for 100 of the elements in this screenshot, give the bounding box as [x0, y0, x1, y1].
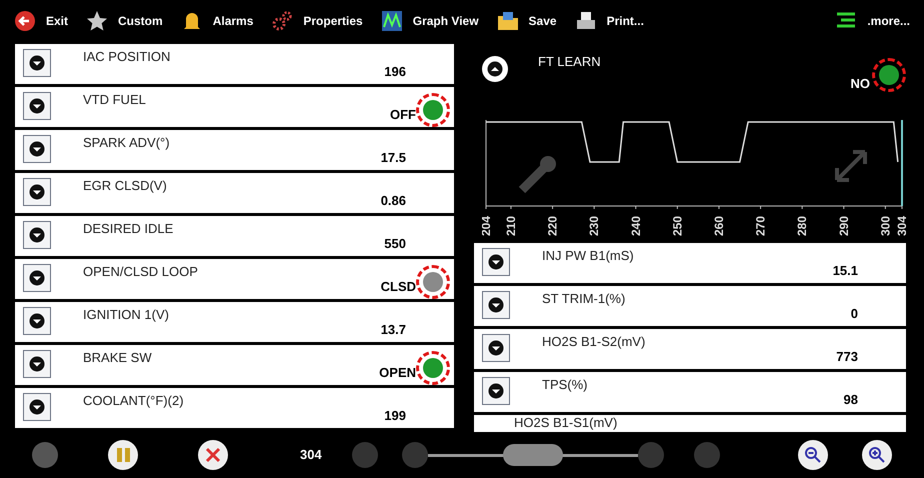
expand-button[interactable] [482, 248, 510, 276]
pause-button[interactable] [108, 440, 138, 470]
expand-arrows-icon [835, 150, 867, 182]
expand-button[interactable] [482, 334, 510, 362]
parameter-row[interactable]: EGR CLSD(V) 0.86 [15, 173, 454, 213]
chevron-icon [29, 399, 45, 415]
toolbar-button[interactable]: Custom [86, 10, 163, 32]
chevron-icon [488, 297, 504, 313]
parameter-row[interactable]: TPS(%) 98 [474, 372, 906, 412]
parameter-value: 0 [850, 306, 858, 321]
parameter-name: IGNITION 1(V) [83, 307, 170, 322]
parameter-row[interactable]: SPARK ADV(°) 17.5 [15, 130, 454, 170]
folder-icon [496, 10, 519, 32]
parameter-name: EGR CLSD(V) [83, 178, 168, 193]
zoom-in-button[interactable] [862, 440, 892, 470]
parameter-value: 17.5 [380, 150, 406, 165]
slider-handle[interactable] [502, 444, 563, 466]
chevron-icon [29, 55, 45, 71]
toolbar-button[interactable]: Exit [14, 10, 68, 32]
expand-button[interactable] [23, 178, 51, 206]
wrench-icon [518, 156, 556, 194]
parameter-value: 15.1 [832, 263, 858, 278]
toolbar-button[interactable]: Print... [574, 10, 644, 32]
parameter-row[interactable]: IGNITION 1(V) 13.7 [15, 302, 454, 342]
parameter-value: NO [850, 75, 870, 93]
parameter-name: HO2S B1-S2(mV) [542, 334, 646, 349]
chevron-icon [488, 383, 504, 399]
expand-button[interactable] [23, 350, 51, 378]
parameter-name: IAC POSITION [83, 49, 172, 64]
toolbar-button[interactable]: .more... [835, 10, 910, 32]
parameter-name: ST TRIM-1(%) [542, 291, 626, 306]
expand-button[interactable] [482, 291, 510, 319]
gears-icon [271, 10, 294, 32]
parameter-value: 199 [384, 408, 406, 423]
expand-button[interactable] [482, 377, 510, 405]
parameter-value: 773 [836, 349, 858, 364]
parameter-name: OPEN/CLSD LOOP [83, 264, 199, 279]
parameter-row[interactable]: DESIRED IDLE 550 [15, 216, 454, 256]
expand-button[interactable] [23, 221, 51, 249]
parameter-row[interactable]: COOLANT(°F)(2) 199 [15, 388, 454, 428]
parameter-name: VTD FUEL [83, 92, 147, 107]
parameter-name: TPS(%) [542, 377, 588, 392]
parameter-row[interactable]: BRAKE SW OPEN [15, 345, 454, 385]
parameter-value: 98 [844, 392, 858, 407]
axis-tick-label: 270 [754, 216, 768, 236]
expand-button[interactable] [23, 49, 51, 77]
parameter-value: CLSD [380, 279, 416, 294]
parameter-name: FT LEARN [538, 53, 601, 71]
parameter-row[interactable]: VTD FUEL OFF [15, 87, 454, 127]
parameter-row[interactable]: OPEN/CLSD LOOP CLSD [15, 259, 454, 299]
close-button[interactable] [198, 440, 228, 470]
axis-tick-label: 290 [836, 216, 851, 236]
parameter-value: 550 [384, 236, 406, 251]
chevron-icon [29, 356, 45, 372]
parameter-name: INJ PW B1(mS) [542, 248, 635, 263]
axis-tick-label: 230 [587, 216, 602, 236]
collapse-button[interactable] [482, 56, 508, 82]
chevron-icon [29, 270, 45, 286]
printer-icon [574, 10, 597, 32]
toolbar-button[interactable]: Alarms [180, 10, 254, 32]
axis-tick-label: 220 [546, 216, 560, 236]
expand-button[interactable] [23, 264, 51, 292]
zoom-out-icon [804, 446, 822, 464]
expand-button[interactable] [23, 92, 51, 120]
axis-tick-label: 300 [878, 216, 892, 236]
star-icon [86, 10, 108, 32]
parameter-row[interactable]: IAC POSITION 196 [15, 44, 454, 84]
axis-tick-label: 210 [504, 216, 518, 236]
parameter-name: BRAKE SW [83, 350, 153, 365]
parameter-name: SPARK ADV(°) [83, 135, 171, 150]
toolbar-button[interactable]: Save [496, 10, 557, 32]
axis-tick-label: 260 [712, 216, 726, 236]
parameter-row[interactable]: INJ PW B1(mS) 15.1 [474, 243, 906, 283]
toolbar-button[interactable]: Properties [271, 10, 363, 32]
chevron-icon [29, 313, 45, 329]
expand-button[interactable] [23, 135, 51, 163]
axis-tick-label: 240 [628, 216, 643, 236]
parameter-value: OPEN [379, 365, 416, 380]
toolbar-button[interactable]: Graph View [380, 10, 479, 32]
parameter-row[interactable]: ST TRIM-1(%) 0 [474, 286, 906, 326]
chevron-icon [29, 227, 45, 243]
parameter-name: HO2S B1-S1(mV) [514, 415, 618, 430]
graph-icon [380, 10, 403, 32]
axis-tick-label: 280 [795, 216, 810, 236]
parameter-name: DESIRED IDLE [83, 221, 174, 236]
parameter-value: OFF [390, 107, 416, 122]
chevron-icon [29, 141, 45, 157]
parameter-value: 13.7 [380, 322, 406, 337]
chevron-icon [487, 61, 503, 77]
zoom-in-icon [868, 446, 886, 464]
parameter-name: COOLANT(°F)(2) [83, 393, 185, 408]
frame-number: 304 [300, 446, 322, 464]
expand-button[interactable] [23, 307, 51, 335]
axis-tick-label: 250 [670, 216, 684, 236]
chevron-icon [29, 98, 45, 114]
expand-button[interactable] [23, 393, 51, 421]
zoom-out-button[interactable] [798, 440, 828, 470]
parameter-row[interactable]: HO2S B1-S2(mV) 773 [474, 329, 906, 369]
chevron-icon [488, 340, 504, 356]
axis-tick-label: 304 [895, 216, 906, 236]
